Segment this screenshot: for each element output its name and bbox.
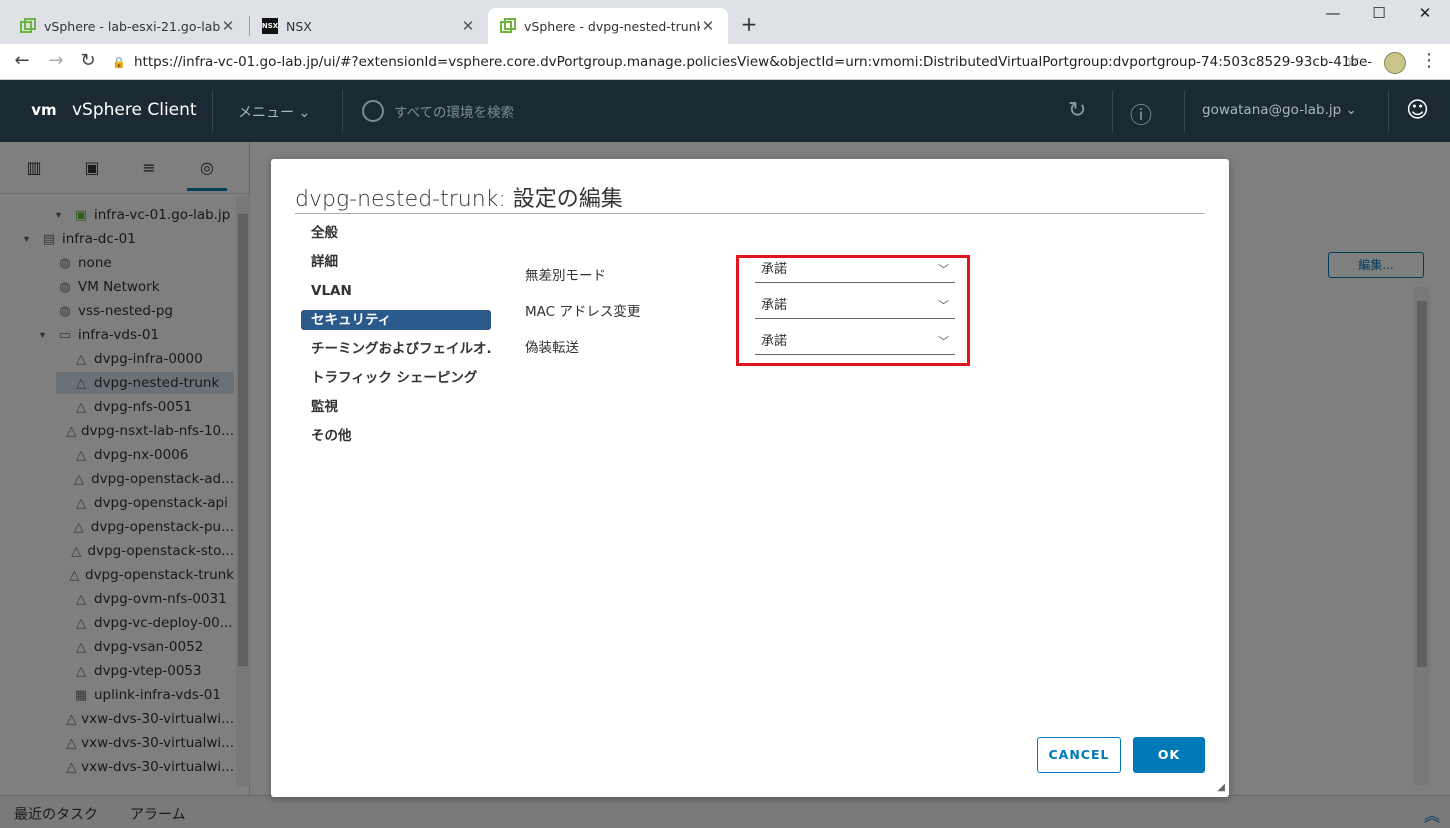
resize-handle-icon[interactable]: ◢ bbox=[1217, 782, 1225, 793]
new-tab-button[interactable]: + bbox=[738, 13, 760, 35]
title-divider bbox=[295, 213, 1205, 214]
tab-title: vSphere - lab-esxi-21.go-lab.jp - bbox=[44, 18, 220, 34]
edit-settings-dialog: dvpg-nested-trunk: 設定の編集 全般 詳細 VLAN セキュリ… bbox=[271, 159, 1229, 797]
forged-transmits-label: 偽装転送 bbox=[525, 340, 579, 356]
menu-dropdown[interactable]: メニュー ⌄ bbox=[238, 102, 310, 122]
header-divider bbox=[1388, 90, 1389, 132]
search-icon bbox=[362, 100, 384, 122]
cancel-button[interactable]: CANCEL bbox=[1037, 737, 1121, 773]
browser-tab-2[interactable]: NSX NSX ✕ bbox=[250, 8, 488, 44]
nav-monitoring[interactable]: 監視 bbox=[301, 397, 491, 417]
nav-miscellaneous[interactable]: その他 bbox=[301, 426, 491, 446]
nav-security[interactable]: セキュリティ bbox=[301, 310, 491, 330]
tab-title: vSphere - dvpg-nested-trunk - bbox=[524, 18, 700, 34]
mac-address-changes-label: MAC アドレス変更 bbox=[525, 304, 641, 320]
ok-button[interactable]: OK bbox=[1133, 737, 1205, 773]
nsx-icon: NSX bbox=[262, 18, 278, 34]
back-icon[interactable]: ← bbox=[10, 50, 34, 74]
nav-general[interactable]: 全般 bbox=[301, 223, 491, 243]
bookmark-star-icon[interactable]: ☆ bbox=[1345, 51, 1360, 71]
reload-icon[interactable]: ↻ bbox=[76, 50, 100, 74]
nav-vlan[interactable]: VLAN bbox=[301, 281, 491, 301]
dialog-title: dvpg-nested-trunk: 設定の編集 bbox=[295, 187, 623, 212]
header-divider bbox=[342, 90, 343, 132]
refresh-icon[interactable]: ↻ bbox=[1068, 98, 1086, 123]
url-field[interactable]: 🔒 https://infra-vc-01.go-lab.jp/ui/#?ext… bbox=[112, 48, 1372, 76]
browser-menu-icon[interactable]: ⋮ bbox=[1420, 50, 1438, 71]
browser-tab-1[interactable]: vSphere - lab-esxi-21.go-lab.jp - ✕ bbox=[8, 8, 248, 44]
vsphere-icon bbox=[500, 18, 516, 34]
user-name: gowatana@go-lab.jp bbox=[1202, 102, 1342, 118]
promiscuous-mode-label: 無差別モード bbox=[525, 268, 606, 284]
tab-title: NSX bbox=[286, 18, 312, 34]
nav-teaming-failover[interactable]: チーミングおよびフェイルオ... bbox=[301, 339, 491, 359]
red-highlight-box bbox=[736, 255, 970, 366]
profile-avatar[interactable] bbox=[1384, 52, 1406, 74]
lock-icon: 🔒 bbox=[112, 55, 126, 69]
global-search[interactable]: すべての環境を検索 bbox=[362, 100, 514, 122]
header-divider bbox=[212, 90, 213, 132]
menu-label: メニュー bbox=[238, 105, 294, 121]
close-tab-icon[interactable]: ✕ bbox=[220, 17, 236, 35]
minimize-icon[interactable]: — bbox=[1310, 4, 1356, 28]
forward-icon[interactable]: → bbox=[44, 50, 68, 74]
close-tab-icon[interactable]: ✕ bbox=[460, 17, 476, 35]
close-tab-icon[interactable]: ✕ bbox=[700, 17, 716, 35]
nav-traffic-shaping[interactable]: トラフィック シェーピング bbox=[301, 368, 491, 388]
vsphere-icon bbox=[20, 18, 36, 34]
maximize-icon[interactable]: ☐ bbox=[1356, 4, 1402, 28]
url-text: https://infra-vc-01.go-lab.jp/ui/#?exten… bbox=[134, 54, 1372, 70]
user-menu[interactable]: gowatana@go-lab.jp ⌄ bbox=[1202, 102, 1357, 118]
browser-tab-3[interactable]: vSphere - dvpg-nested-trunk - ✕ bbox=[488, 8, 728, 44]
search-placeholder: すべての環境を検索 bbox=[394, 105, 515, 121]
smiley-feedback-icon[interactable]: ☺ bbox=[1406, 98, 1429, 123]
chevron-down-icon: ⌄ bbox=[298, 105, 311, 121]
vsphere-header: vm vSphere Client メニュー ⌄ すべての環境を検索 ↻ ⓘ g… bbox=[0, 80, 1450, 142]
header-divider bbox=[1184, 90, 1185, 132]
vm-logo: vm bbox=[31, 101, 57, 119]
close-window-icon[interactable]: ✕ bbox=[1402, 4, 1448, 28]
nav-advanced[interactable]: 詳細 bbox=[301, 252, 491, 272]
address-bar: ← → ↻ 🔒 https://infra-vc-01.go-lab.jp/ui… bbox=[0, 44, 1450, 80]
header-divider bbox=[1112, 90, 1113, 132]
browser-tab-bar: vSphere - lab-esxi-21.go-lab.jp - ✕ NSX … bbox=[0, 0, 1450, 44]
app-name: vSphere Client bbox=[72, 100, 197, 120]
help-icon[interactable]: ⓘ bbox=[1130, 98, 1152, 130]
